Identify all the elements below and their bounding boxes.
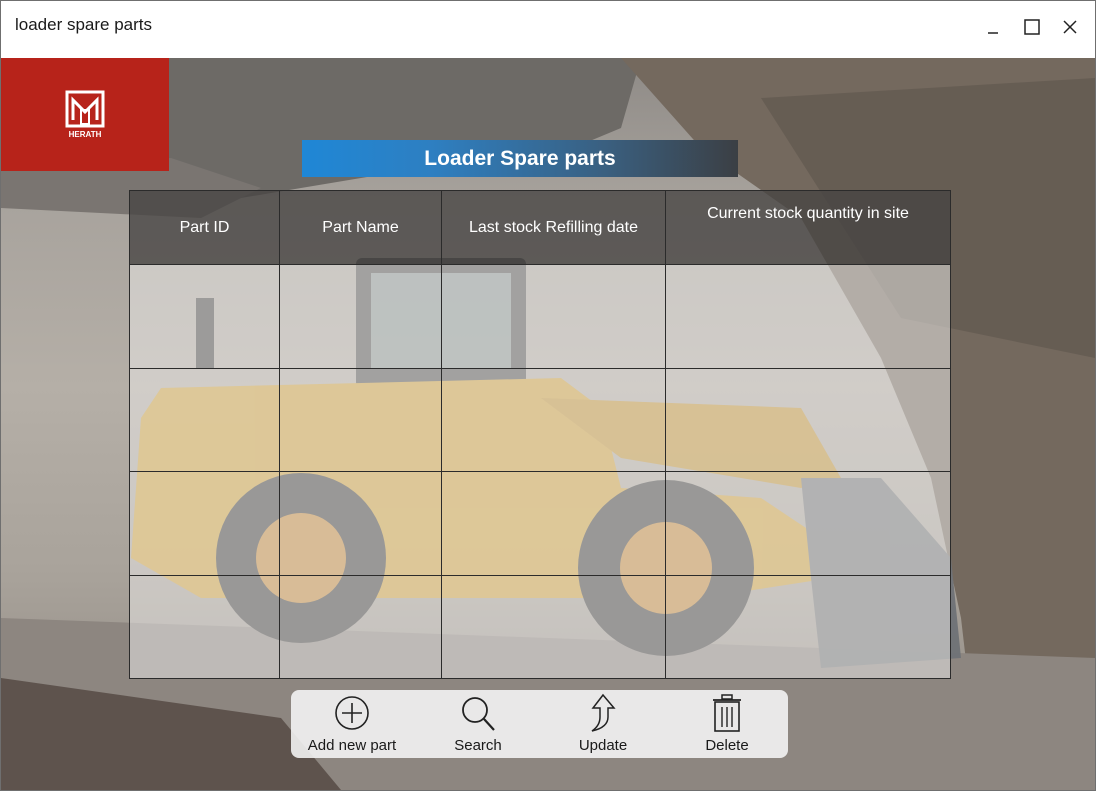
minimize-icon (988, 32, 998, 34)
app-window: loader spare parts HERATH Loader Spare p… (0, 0, 1096, 791)
table-cell[interactable] (279, 367, 442, 472)
search-label: Search (454, 737, 502, 754)
close-icon (1063, 20, 1077, 34)
delete-button[interactable]: Delete (672, 690, 782, 758)
minimize-button[interactable] (978, 13, 1008, 43)
add-new-part-button[interactable]: Add new part (297, 690, 407, 758)
table-row[interactable] (129, 264, 951, 369)
action-toolbar: Add new part Search Update Delete (291, 690, 788, 758)
column-header-part-id[interactable]: Part ID (129, 190, 280, 265)
table-cell[interactable] (665, 574, 951, 679)
column-header-stock-quantity[interactable]: Current stock quantity in site (665, 190, 951, 265)
title-bar[interactable]: loader spare parts (1, 1, 1095, 58)
maximize-icon (1024, 19, 1040, 35)
search-button[interactable]: Search (423, 690, 533, 758)
table-row[interactable] (129, 471, 951, 576)
arrow-up-icon (591, 693, 616, 732)
magnifier-icon (462, 697, 495, 731)
table-row[interactable] (129, 574, 951, 679)
spare-parts-table: Part ID Part Name Last stock Refilling d… (129, 190, 951, 679)
update-button[interactable]: Update (548, 690, 658, 758)
table-cell[interactable] (441, 367, 666, 472)
table-cell[interactable] (665, 264, 951, 369)
table-cell[interactable] (129, 264, 280, 369)
column-header-part-name[interactable]: Part Name (279, 190, 442, 265)
table-row[interactable] (129, 367, 951, 472)
table-cell[interactable] (279, 471, 442, 576)
table-header-row: Part ID Part Name Last stock Refilling d… (129, 190, 951, 265)
table-cell[interactable] (129, 367, 280, 472)
table-cell[interactable] (441, 264, 666, 369)
window-title: loader spare parts (15, 15, 153, 34)
maximize-button[interactable] (1017, 13, 1047, 43)
page-title: Loader Spare parts (424, 147, 616, 170)
plus-circle-icon (335, 696, 369, 730)
logo-brand-text: HERATH (69, 130, 102, 139)
table-cell[interactable] (665, 367, 951, 472)
table-cell[interactable] (129, 574, 280, 679)
update-label: Update (578, 737, 628, 754)
add-new-part-label: Add new part (307, 737, 397, 754)
table-cell[interactable] (279, 264, 442, 369)
page-heading-bar: Loader Spare parts (302, 140, 738, 177)
company-logo: HERATH (1, 58, 169, 171)
table-cell[interactable] (665, 471, 951, 576)
table-cell[interactable] (441, 471, 666, 576)
herath-logo-icon: HERATH (65, 90, 105, 139)
close-button[interactable] (1055, 13, 1085, 43)
trash-icon (713, 694, 741, 732)
table-cell[interactable] (441, 574, 666, 679)
column-header-last-refill-date[interactable]: Last stock Refilling date (441, 190, 666, 265)
table-cell[interactable] (279, 574, 442, 679)
table-cell[interactable] (129, 471, 280, 576)
delete-label: Delete (705, 737, 749, 754)
